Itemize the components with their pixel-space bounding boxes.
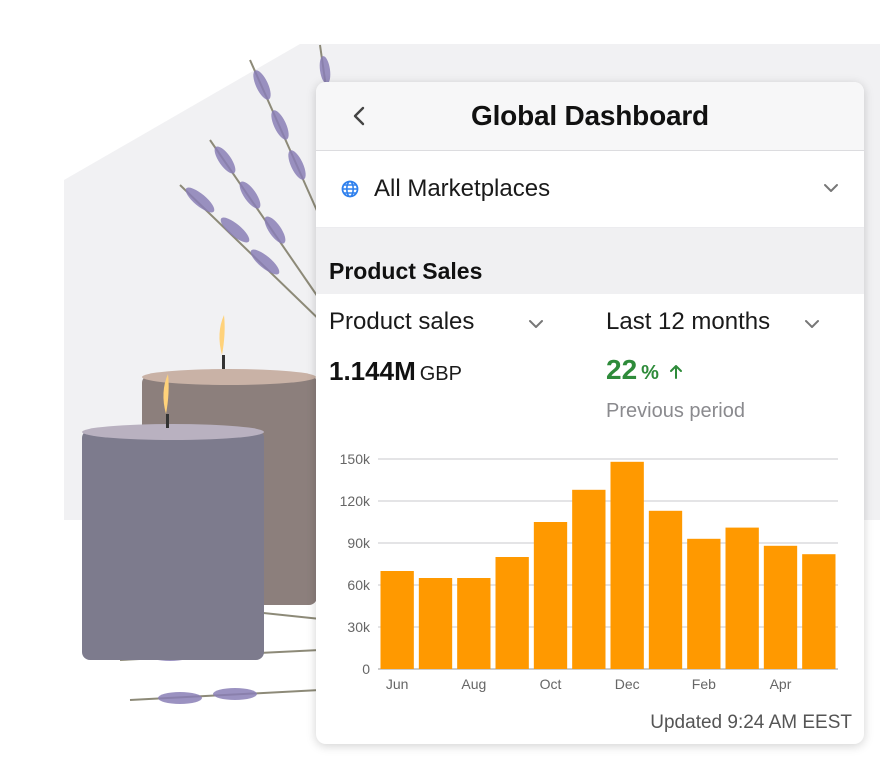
sales-bar-chart: 0 30k 60k 90k 120k 150k Jun Aug Oct Dec Feb Apr	[340, 451, 838, 692]
kpi-area: Product sales Last 12 months 1.144M GBP 2…	[316, 294, 864, 422]
bar-dec[interactable]	[610, 461, 644, 669]
period-dropdown[interactable]: Last 12 months	[606, 308, 770, 336]
y-tick-label: 30k	[347, 619, 371, 635]
page-title: Global Dashboard	[471, 100, 709, 131]
x-tick-label: Aug	[461, 676, 486, 692]
bar-oct[interactable]	[533, 522, 568, 669]
sales-change-value: 22	[606, 354, 638, 385]
x-tick-label: Jun	[386, 676, 409, 692]
sales-total-value: 1.144M	[329, 356, 416, 386]
bar-aug[interactable]	[457, 578, 491, 669]
sales-change: 22%	[606, 354, 683, 386]
bar-jan[interactable]	[648, 510, 683, 669]
y-tick-label: 150k	[340, 451, 371, 467]
chevron-down-icon[interactable]	[527, 318, 545, 330]
sales-change-unit: %	[641, 362, 659, 384]
last-updated-label: Updated 9:24 AM EEST	[650, 712, 852, 733]
marketplace-selector[interactable]: All Marketplaces	[316, 151, 864, 228]
arrow-up-icon	[669, 365, 682, 379]
bar-sep[interactable]	[495, 557, 529, 669]
x-tick-label: Feb	[692, 676, 716, 692]
bar-jun[interactable]	[380, 571, 414, 669]
metric-dropdown[interactable]: Product sales	[329, 308, 474, 336]
y-tick-label: 90k	[347, 535, 371, 551]
y-tick-label: 0	[362, 661, 370, 677]
bar-jul[interactable]	[418, 578, 453, 669]
dashboard-header: Global Dashboard	[316, 82, 864, 151]
x-tick-label: Oct	[540, 676, 562, 692]
bar-may[interactable]	[802, 554, 836, 669]
chevron-down-icon[interactable]	[822, 181, 840, 195]
dashboard-card: Global Dashboard All Marketplaces Produc…	[316, 82, 864, 744]
globe-icon	[341, 180, 359, 198]
marketplace-label: All Marketplaces	[374, 175, 551, 202]
bar-mar[interactable]	[725, 527, 759, 669]
y-tick-label: 120k	[340, 493, 371, 509]
x-tick-label: Apr	[770, 676, 792, 692]
x-tick-label: Dec	[615, 676, 640, 692]
comparison-label: Previous period	[606, 400, 745, 422]
sales-total-unit: GBP	[419, 363, 462, 385]
bar-nov[interactable]	[572, 489, 606, 669]
sales-total: 1.144M GBP	[329, 356, 462, 387]
section-title: Product Sales	[329, 258, 483, 284]
section-header: Product Sales	[316, 228, 864, 294]
y-tick-label: 60k	[347, 577, 371, 593]
chevron-left-icon[interactable]	[348, 104, 372, 128]
bar-apr[interactable]	[763, 545, 798, 669]
bar-feb[interactable]	[687, 538, 721, 669]
chevron-down-icon[interactable]	[803, 318, 821, 330]
